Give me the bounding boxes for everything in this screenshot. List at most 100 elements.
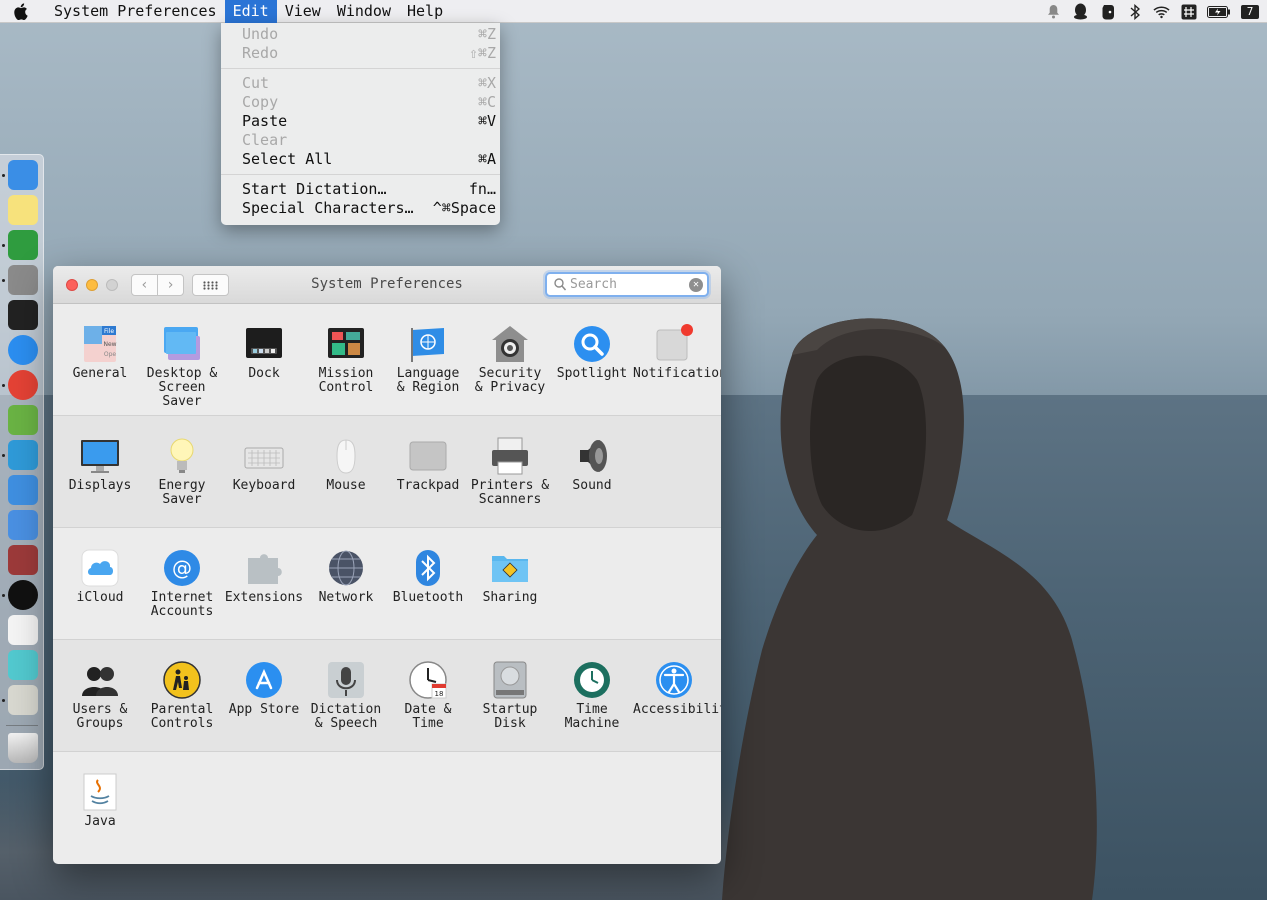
bluetooth-status-icon[interactable] xyxy=(1126,3,1143,20)
menu-item-cut[interactable]: Cut ⌘X xyxy=(221,74,500,93)
accessibility-icon xyxy=(654,660,694,700)
intellij-icon[interactable] xyxy=(8,440,38,470)
font-icon[interactable] xyxy=(8,685,38,715)
menu-item-label: Cut xyxy=(242,74,270,92)
grid-icon[interactable] xyxy=(8,615,38,645)
dictionary-icon[interactable] xyxy=(8,545,38,575)
hammer-icon[interactable] xyxy=(8,475,38,505)
edit-menu-dropdown: Undo ⌘Z Redo ⇧⌘Z Cut ⌘X Copy ⌘C Paste ⌘V Clear Sele… xyxy=(221,23,500,225)
menu-item-paste[interactable]: Paste ⌘V xyxy=(221,112,500,131)
pref-pane-label: Spotlight xyxy=(556,366,628,381)
status-badge[interactable]: 7 xyxy=(1241,4,1259,19)
menu-item-start-dictation[interactable]: Start Dictation… fn… xyxy=(221,180,500,199)
apple-menu-icon[interactable] xyxy=(14,0,44,23)
pref-pane-energy-saver[interactable]: Energy Saver xyxy=(141,436,223,507)
pref-pane-security-privacy[interactable]: Security & Privacy xyxy=(469,324,551,395)
pref-pane-parental-controls[interactable]: Parental Controls xyxy=(141,660,223,731)
menu-item-clear[interactable]: Clear xyxy=(221,131,500,150)
pref-pane-notifications[interactable]: Notifications xyxy=(633,324,721,381)
pref-pane-label: Keyboard xyxy=(232,478,296,493)
input-method-icon[interactable] xyxy=(1180,3,1197,20)
clear-search-icon[interactable]: ✕ xyxy=(689,278,703,292)
simulator-icon[interactable] xyxy=(8,510,38,540)
parental-icon xyxy=(162,660,202,700)
search-placeholder: Search xyxy=(570,277,617,292)
pref-pane-users-groups[interactable]: Users & Groups xyxy=(59,660,141,731)
pref-pane-bluetooth[interactable]: Bluetooth xyxy=(387,548,469,605)
menu-help[interactable]: Help xyxy=(399,0,451,23)
search-field[interactable]: Search ✕ xyxy=(545,272,709,297)
menu-item-redo[interactable]: Redo ⇧⌘Z xyxy=(221,44,500,63)
android-studio-icon[interactable] xyxy=(8,405,38,435)
finder-icon[interactable] xyxy=(8,160,38,190)
m-logo-icon[interactable] xyxy=(8,650,38,680)
trash-icon[interactable] xyxy=(8,733,38,763)
pref-pane-dictation-speech[interactable]: Dictation & Speech xyxy=(305,660,387,731)
pref-pane-printers-scanners[interactable]: Printers & Scanners xyxy=(469,436,551,507)
qq-status-icon[interactable] xyxy=(1072,3,1089,20)
pref-pane-label: Internet Accounts xyxy=(150,590,214,619)
menu-edit[interactable]: Edit xyxy=(224,0,277,23)
pref-pane-time-machine[interactable]: Time Machine xyxy=(551,660,633,731)
flag-icon xyxy=(408,324,448,364)
pref-pane-accessibility[interactable]: Accessibility xyxy=(633,660,721,717)
notification-bell-icon[interactable] xyxy=(1045,3,1062,20)
chrome-icon[interactable] xyxy=(8,370,38,400)
pref-pane-java[interactable]: Java xyxy=(59,772,141,829)
menu-item-label: Start Dictation… xyxy=(242,180,387,198)
cloud-icon xyxy=(80,548,120,588)
gear-icon[interactable] xyxy=(8,265,38,295)
pref-pane-internet-accounts[interactable]: @ Internet Accounts xyxy=(141,548,223,619)
pref-pane-general[interactable]: File New Ope General xyxy=(59,324,141,381)
pref-pane-label: iCloud xyxy=(76,590,124,605)
pref-pane-label: Notifications xyxy=(633,366,721,381)
battery-charging-icon[interactable] xyxy=(1207,3,1231,20)
pref-pane-keyboard[interactable]: Keyboard xyxy=(223,436,305,493)
pref-pane-label: Dock xyxy=(248,366,280,381)
evernote-status-icon[interactable] xyxy=(1099,3,1116,20)
pref-pane-extensions[interactable]: Extensions xyxy=(223,548,305,605)
pref-pane-label: Java xyxy=(84,814,116,829)
pref-pane-spotlight[interactable]: Spotlight xyxy=(551,324,633,381)
time-machine-icon xyxy=(572,660,612,700)
pref-pane-mouse[interactable]: Mouse xyxy=(305,436,387,493)
pref-pane-icloud[interactable]: iCloud xyxy=(59,548,141,605)
menu-item-shortcut: ⇧⌘Z xyxy=(468,44,496,62)
menu-item-copy[interactable]: Copy ⌘C xyxy=(221,93,500,112)
pref-pane-sound[interactable]: Sound xyxy=(551,436,633,493)
menu-item-shortcut: ⌘V xyxy=(477,112,496,130)
pref-pane-app-store[interactable]: App Store xyxy=(223,660,305,717)
menu-item-special-characters[interactable]: Special Characters… ^⌘Space xyxy=(221,199,500,218)
pref-pane-displays[interactable]: Displays xyxy=(59,436,141,493)
menu-window[interactable]: Window xyxy=(329,0,399,23)
general-icon: File New Ope xyxy=(80,324,120,364)
pref-pane-date-time[interactable]: 18 Date & Time xyxy=(387,660,469,731)
pref-pane-desktop-screen-saver[interactable]: Desktop & Screen Saver xyxy=(141,324,223,409)
pref-pane-trackpad[interactable]: Trackpad xyxy=(387,436,469,493)
pref-pane-network[interactable]: Network xyxy=(305,548,387,605)
evernote-icon[interactable] xyxy=(8,230,38,260)
pref-pane-sharing[interactable]: Sharing xyxy=(469,548,551,605)
terminal-icon[interactable] xyxy=(8,300,38,330)
svg-text:New: New xyxy=(103,341,116,348)
penguin-icon[interactable] xyxy=(8,580,38,610)
menu-item-select-all[interactable]: Select All ⌘A xyxy=(221,150,500,169)
pref-pane-startup-disk[interactable]: Startup Disk xyxy=(469,660,551,731)
menu-app-name[interactable]: System Preferences xyxy=(46,0,225,23)
title-bar[interactable]: ‹ › System Preferences Search ✕ xyxy=(53,266,721,304)
pref-pane-label: Accessibility xyxy=(633,702,721,717)
pref-pane-language-region[interactable]: Language & Region xyxy=(387,324,469,395)
running-indicator xyxy=(2,454,5,457)
svg-text:@: @ xyxy=(172,556,192,580)
pref-pane-mission-control[interactable]: Mission Control xyxy=(305,324,387,395)
menu-item-undo[interactable]: Undo ⌘Z xyxy=(221,25,500,44)
wifi-icon[interactable] xyxy=(1153,3,1170,20)
pref-pane-dock[interactable]: Dock xyxy=(223,324,305,381)
preference-section: Java xyxy=(53,752,721,864)
desktop-icon xyxy=(162,324,202,364)
pref-pane-label: Printers & Scanners xyxy=(470,478,550,507)
compass-icon[interactable] xyxy=(8,335,38,365)
menu-view[interactable]: View xyxy=(277,0,329,23)
notes-icon[interactable] xyxy=(8,195,38,225)
bluetooth-icon xyxy=(408,548,448,588)
